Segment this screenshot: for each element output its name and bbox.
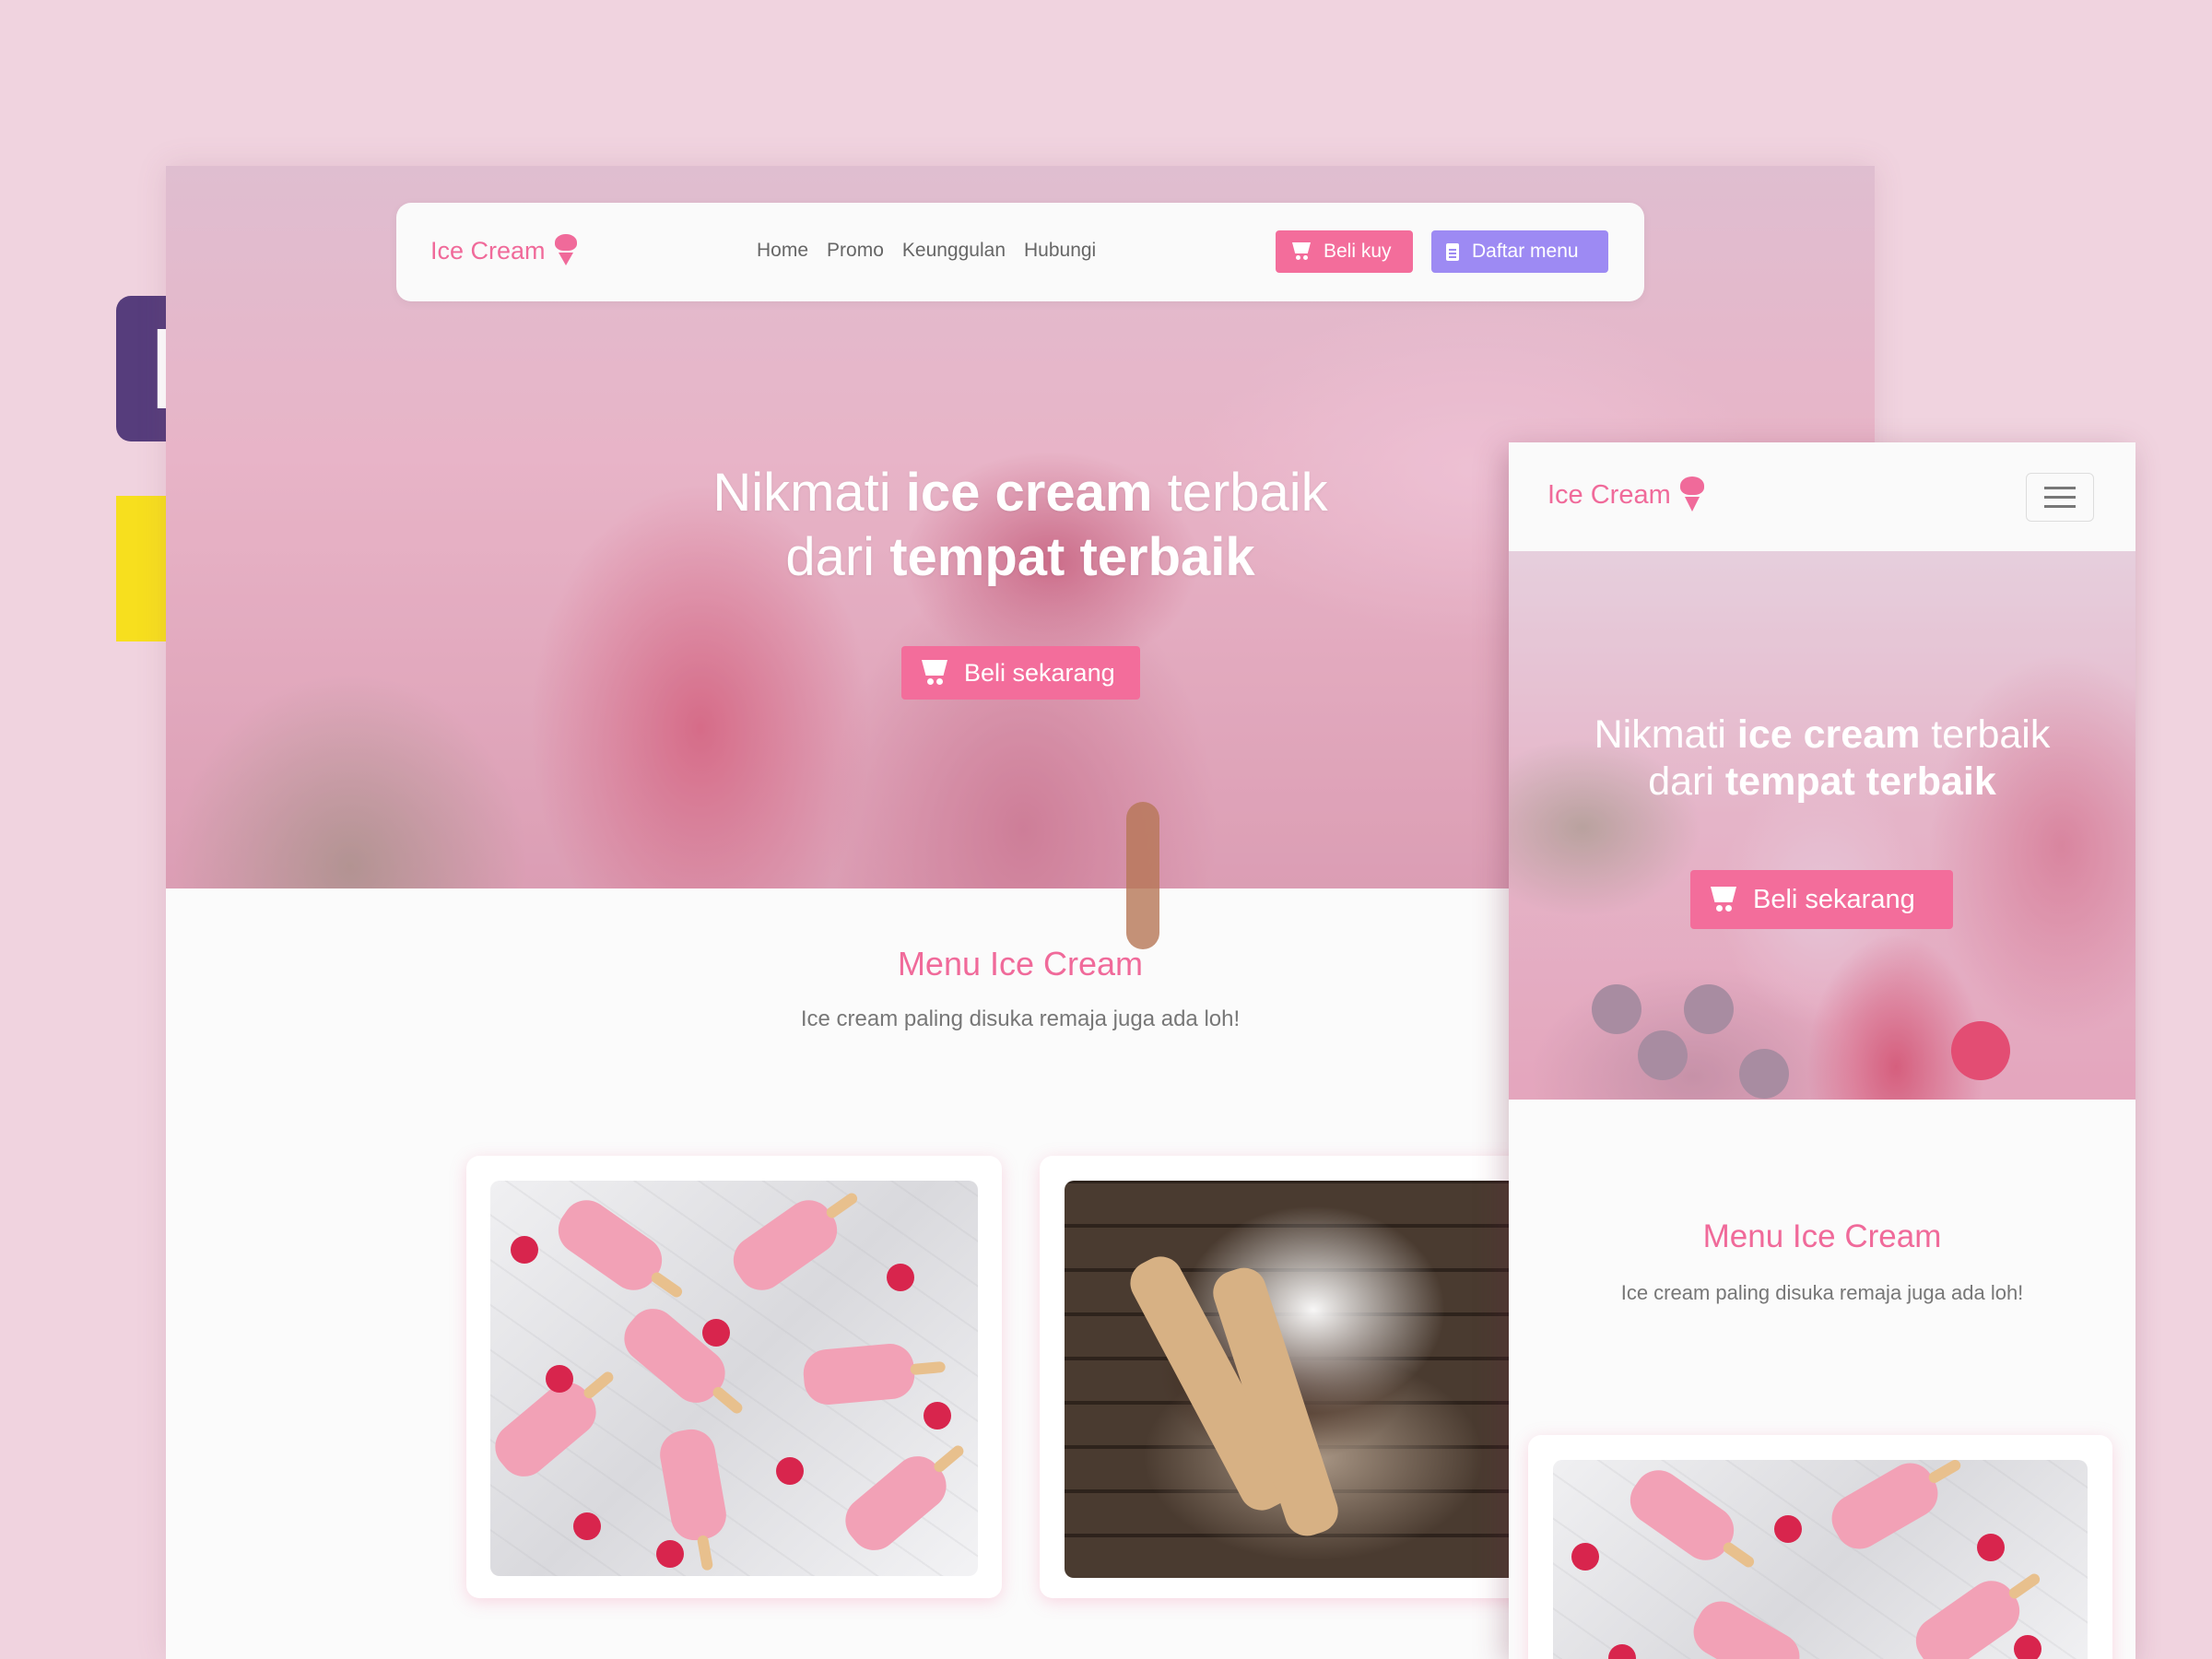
ice-cream-icon <box>554 234 577 267</box>
mobile-hero-background-image <box>1509 551 2136 1100</box>
raspberry-popsicles-photo <box>1553 1460 2088 1659</box>
hero-line2-pre: dari <box>785 527 876 587</box>
nav-link-home[interactable]: Home <box>757 240 808 262</box>
hero-line2-bold: tempat terbaik <box>1724 759 1996 804</box>
menu-list-button-label: Daftar menu <box>1472 241 1579 262</box>
mobile-menu-section-subtitle: Ice cream paling disuka remaja juga ada … <box>1620 1281 2024 1304</box>
buy-button[interactable]: Beli kuy <box>1276 230 1413 273</box>
clipboard-icon <box>1446 242 1459 261</box>
mobile-menu-card-popsicles[interactable] <box>1528 1435 2112 1659</box>
caramel-drip-decoration <box>1126 802 1159 949</box>
navbar-brand[interactable]: Ice Cream <box>430 234 577 267</box>
hero-buy-now-label: Beli sekarang <box>964 658 1115 687</box>
navbar: Ice Cream Home Promo Keunggulan Hubungi … <box>396 203 1644 301</box>
cart-icon <box>1292 242 1311 261</box>
hero-headline: Nikmati ice cream terbaik dari tempat te… <box>166 461 1875 590</box>
buy-button-label: Beli kuy <box>1324 241 1392 262</box>
hero-line1-post: terbaik <box>1931 712 2051 757</box>
nav-link-hubungi[interactable]: Hubungi <box>1024 240 1096 262</box>
hamburger-icon <box>2044 487 2076 489</box>
mobile-hero-headline: Nikmati ice cream terbaik dari tempat te… <box>1509 712 2136 806</box>
hero-line1-pre: Nikmati <box>712 463 891 523</box>
hamburger-menu-button[interactable] <box>2026 473 2094 522</box>
nav-links: Home Promo Keunggulan Hubungi <box>757 240 1096 262</box>
mobile-hero-buy-now-label: Beli sekarang <box>1753 884 1915 914</box>
mobile-menu-section-title: Menu Ice Cream <box>1702 1218 1942 1254</box>
menu-card-popsicles[interactable] <box>466 1156 1002 1598</box>
menu-list-button[interactable]: Daftar menu <box>1431 230 1608 273</box>
cart-icon <box>922 660 947 686</box>
hero-buy-now-button[interactable]: Beli sekarang <box>901 646 1140 700</box>
hero-line1-bold: ice cream <box>905 463 1153 523</box>
mobile-hero-buy-now-button[interactable]: Beli sekarang <box>1690 870 1953 929</box>
hero-line1-bold: ice cream <box>1736 712 1921 757</box>
brand-name: Ice Cream <box>430 236 546 265</box>
hero-line1-pre: Nikmati <box>1594 712 1726 757</box>
hero-line2-bold: tempat terbaik <box>889 527 1255 587</box>
chocolate-sundae-photo <box>1065 1181 1581 1578</box>
menu-card-sundae[interactable] <box>1040 1156 1581 1598</box>
nav-link-promo[interactable]: Promo <box>827 240 884 262</box>
raspberry-popsicles-photo <box>490 1181 978 1576</box>
hero-line2-pre: dari <box>1648 759 1714 804</box>
nav-link-keunggulan[interactable]: Keunggulan <box>902 240 1006 262</box>
cart-icon <box>1711 887 1736 912</box>
hero-line1-post: terbaik <box>1167 463 1328 523</box>
